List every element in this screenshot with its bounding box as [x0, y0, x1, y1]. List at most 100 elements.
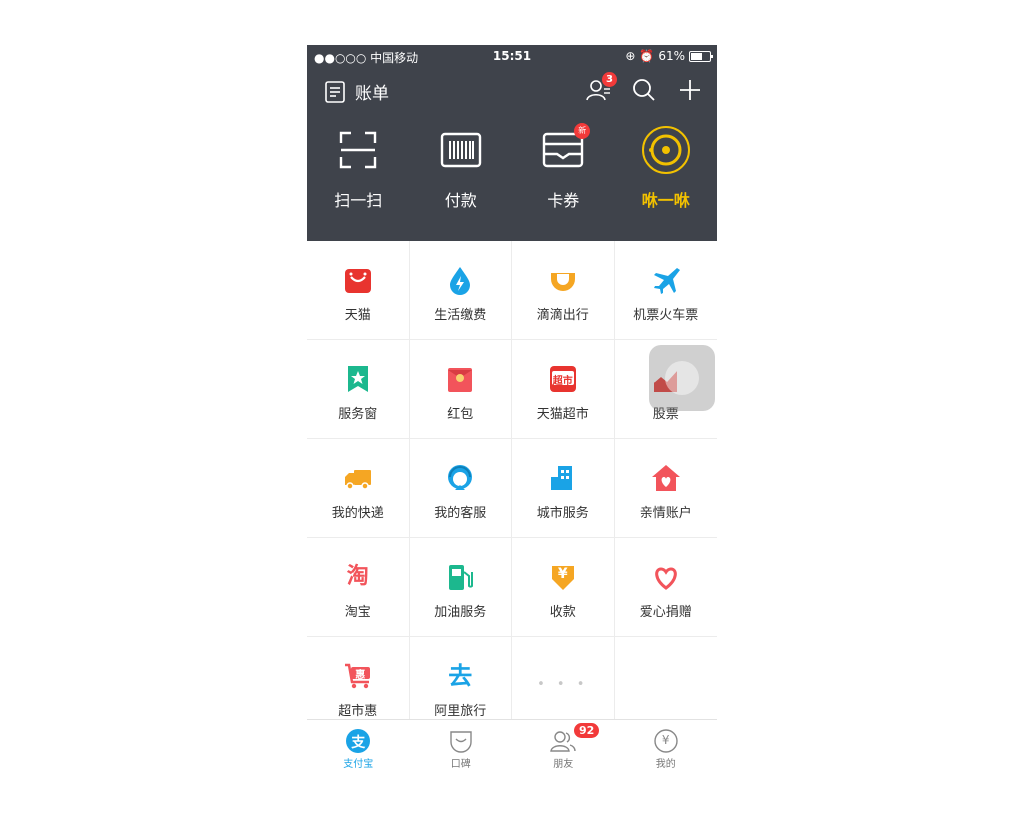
grid-item-label: 机票火车票 — [633, 308, 699, 323]
water-drop-icon — [445, 265, 475, 295]
grid-item-label: 我的客服 — [434, 506, 487, 521]
shopping-cart-icon: 惠 — [343, 661, 373, 691]
tab-koubei[interactable]: 口碑 — [410, 720, 513, 775]
bill-label: 账单 — [355, 84, 389, 104]
new-badge: 新 — [574, 123, 591, 139]
quick-action-card-voucher[interactable]: 新 卡券 — [512, 123, 615, 211]
bill-button[interactable]: 账单 — [325, 79, 389, 104]
grid-item-fuel[interactable]: 加油服务 — [410, 538, 512, 636]
alarm-icon: ⏰ — [639, 49, 655, 63]
receive-money-icon: ¥ — [548, 562, 578, 592]
grid-item-tmall[interactable]: 天猫 — [307, 241, 410, 339]
contacts-button[interactable]: 3 — [585, 72, 617, 103]
header: 账单 3 — [307, 72, 717, 109]
grid-row: 天猫 生活缴费 滴滴出行 机票火车票 — [307, 241, 717, 340]
grid-item-charity[interactable]: 爱心捐赠 — [615, 538, 718, 636]
tab-friends[interactable]: 92 朋友 — [512, 720, 615, 775]
taobao-icon: 淘 — [346, 564, 369, 589]
more-dots: • • • — [537, 677, 589, 692]
tmall-icon — [343, 265, 373, 295]
grid-item-red-envelope[interactable]: 红包 — [410, 340, 512, 438]
grid-item-label: 我的快递 — [331, 506, 384, 521]
supermarket-icon: 超市 — [548, 364, 578, 394]
service-grid: 天猫 生活缴费 滴滴出行 机票火车票 服务窗 红包 超市 天猫超市 股票 我的快… — [307, 241, 717, 735]
grid-item-label: 淘宝 — [344, 605, 371, 620]
star-bookmark-icon — [343, 364, 373, 394]
grid-item-label: 加油服务 — [434, 605, 487, 620]
tab-label: 我的 — [655, 759, 676, 770]
wallet-icon-text: ¥ — [661, 733, 670, 747]
status-right: ⊕ ⏰ 61% — [625, 49, 713, 63]
grid-item-label: 收款 — [549, 605, 576, 620]
quick-action-scan[interactable]: 扫一扫 — [307, 127, 410, 211]
quick-action-label: 扫一扫 — [334, 191, 383, 210]
grid-row: 我的快递 我的客服 城市服务 亲情账户 — [307, 439, 717, 538]
grid-item-label: 滴滴出行 — [536, 308, 589, 323]
customer-service-icon — [445, 463, 475, 493]
quick-action-pay[interactable]: 付款 — [410, 127, 513, 211]
grid-item-taobao[interactable]: 淘 淘宝 — [307, 538, 410, 636]
add-button[interactable] — [677, 77, 703, 103]
search-button[interactable] — [631, 77, 657, 103]
airplane-icon — [651, 265, 681, 295]
wallet-yuan-icon: ¥ — [653, 728, 679, 754]
fuel-pump-icon — [445, 562, 475, 592]
alipay-icon-text: 支 — [351, 735, 366, 751]
grid-item-label: 阿里旅行 — [434, 704, 487, 719]
quick-action-label: 付款 — [444, 191, 477, 210]
grid-item-label: 亲情账户 — [639, 506, 692, 521]
xiu-icon — [641, 126, 690, 174]
grid-item-city-service[interactable]: 城市服务 — [512, 439, 615, 537]
quick-actions: 扫一扫 付款 新 卡券 咻一咻 — [307, 123, 718, 211]
red-envelope-icon — [445, 364, 475, 394]
plus-icon — [680, 80, 700, 100]
grid-item-didi[interactable]: 滴滴出行 — [512, 241, 615, 339]
grid-item-receive-money[interactable]: ¥ 收款 — [512, 538, 615, 636]
supermarket-icon-text: 超市 — [552, 376, 573, 387]
grid-item-label: 服务窗 — [338, 407, 378, 422]
tab-bar: 支 支付宝 口碑 92 朋友 ¥ 我的 — [307, 719, 717, 775]
search-icon — [633, 79, 655, 101]
grid-item-service-window[interactable]: 服务窗 — [307, 340, 410, 438]
receive-money-icon-text: ¥ — [557, 566, 568, 582]
quick-action-label: 卡券 — [547, 191, 580, 210]
grid-item-tmall-supermarket[interactable]: 超市 天猫超市 — [512, 340, 615, 438]
top-panel: ●●○○○ 中国移动 15:51 ⊕ ⏰ 61% 账单 3 扫一扫 付款 新 卡… — [307, 45, 717, 241]
grid-item-delivery[interactable]: 我的快递 — [307, 439, 410, 537]
quick-action-xiu[interactable]: 咻一咻 — [615, 126, 718, 211]
grid-item-label: 生活缴费 — [434, 308, 487, 323]
grid-item-customer-service[interactable]: 我的客服 — [410, 439, 512, 537]
cart-icon-text: 惠 — [355, 670, 366, 681]
tab-alipay[interactable]: 支 支付宝 — [307, 720, 410, 775]
ali-travel-icon: 去 — [448, 662, 473, 690]
phone-screen: ●●○○○ 中国移动 15:51 ⊕ ⏰ 61% 账单 3 扫一扫 付款 新 卡… — [307, 45, 717, 775]
bill-icon — [325, 80, 345, 103]
city-building-icon — [548, 463, 578, 493]
card-voucher-icon: 新 — [540, 123, 591, 173]
barcode-icon — [438, 127, 484, 173]
tab-mine[interactable]: ¥ 我的 — [615, 720, 718, 775]
quick-action-label: 咻一咻 — [641, 191, 690, 210]
grid-item-label: 爱心捐赠 — [639, 605, 692, 620]
orientation-lock-icon: ⊕ — [625, 49, 636, 63]
grid-item-label: 红包 — [447, 407, 474, 422]
tab-label: 支付宝 — [343, 759, 374, 770]
tab-label: 朋友 — [553, 759, 574, 770]
grid-item-utilities[interactable]: 生活缴费 — [410, 241, 512, 339]
grid-row: 淘 淘宝 加油服务 ¥ 收款 爱心捐赠 — [307, 538, 717, 637]
scan-icon — [335, 127, 381, 173]
grid-item-label: 天猫超市 — [536, 407, 589, 422]
status-bar: ●●○○○ 中国移动 15:51 ⊕ ⏰ 61% — [307, 45, 717, 69]
header-actions: 3 — [585, 72, 703, 103]
didi-icon — [548, 265, 578, 295]
grid-item-family-account[interactable]: 亲情账户 — [615, 439, 718, 537]
heart-charity-icon — [651, 562, 681, 592]
battery-percent: 61% — [658, 49, 685, 63]
grid-item-flight-train[interactable]: 机票火车票 — [615, 241, 718, 339]
tab-label: 口碑 — [450, 759, 471, 770]
grid-item-label: 天猫 — [344, 308, 371, 323]
family-house-icon — [651, 463, 681, 493]
friends-icon — [550, 728, 576, 754]
contacts-badge: 3 — [602, 72, 617, 87]
assistive-touch-button[interactable] — [649, 345, 715, 411]
